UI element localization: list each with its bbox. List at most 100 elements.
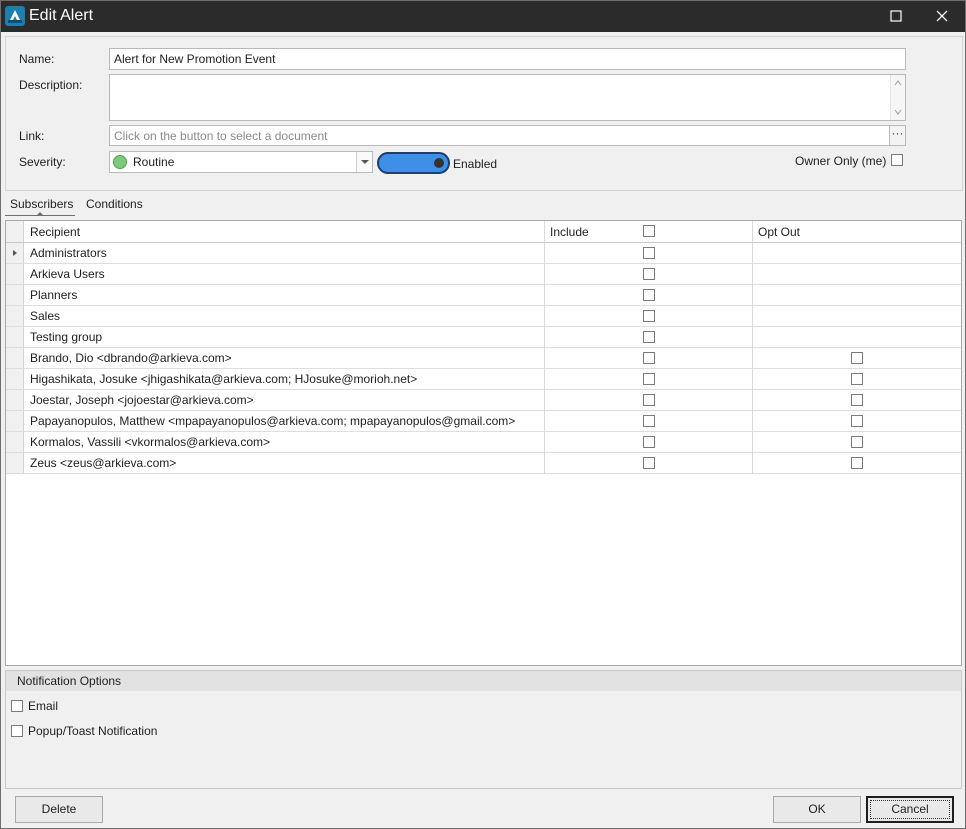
alert-properties-panel: Name: Alert for New Promotion Event Desc… xyxy=(5,36,963,191)
maximize-icon xyxy=(890,10,902,22)
include-checkbox[interactable] xyxy=(643,415,655,427)
email-checkbox[interactable] xyxy=(11,700,23,712)
recipient-cell: Arkieva Users xyxy=(30,267,105,281)
popup-toast-checkbox[interactable] xyxy=(11,725,23,737)
enabled-toggle[interactable] xyxy=(377,152,450,174)
tab-subscribers[interactable]: Subscribers xyxy=(10,197,73,211)
row-selector[interactable] xyxy=(6,348,24,368)
table-row[interactable]: Administrators xyxy=(6,243,961,264)
recipient-cell: Joestar, Joseph <jojoestar@arkieva.com> xyxy=(30,393,254,407)
table-row[interactable]: Planners xyxy=(6,285,961,306)
table-row[interactable]: Testing group xyxy=(6,327,961,348)
column-divider xyxy=(752,221,753,474)
window-title: Edit Alert xyxy=(29,7,94,24)
row-selector[interactable] xyxy=(6,285,24,305)
row-selector[interactable] xyxy=(6,327,24,347)
row-selector[interactable] xyxy=(6,432,24,452)
table-row[interactable]: Joestar, Joseph <jojoestar@arkieva.com> xyxy=(6,390,961,411)
table-row[interactable]: Higashikata, Josuke <jhigashikata@arkiev… xyxy=(6,369,961,390)
toggle-knob xyxy=(434,158,444,168)
severity-label: Severity: xyxy=(19,155,66,169)
app-logo-icon xyxy=(5,6,25,26)
scroll-up-icon[interactable] xyxy=(894,79,902,87)
dialog-footer: Delete OK Cancel xyxy=(1,791,965,828)
row-selector[interactable] xyxy=(6,390,24,410)
subscribers-grid: Recipient Include Opt Out Administrators… xyxy=(5,220,962,666)
grid-header: Recipient Include Opt Out xyxy=(6,221,961,243)
table-row[interactable]: Arkieva Users xyxy=(6,264,961,285)
include-all-checkbox[interactable] xyxy=(643,225,655,237)
active-tab-notch xyxy=(36,212,44,216)
column-header-recipient[interactable]: Recipient xyxy=(30,225,80,239)
close-icon xyxy=(936,10,948,22)
table-row[interactable]: Papayanopulos, Matthew <mpapayanopulos@a… xyxy=(6,411,961,432)
delete-button[interactable]: Delete xyxy=(15,796,103,823)
severity-select[interactable]: Routine xyxy=(109,151,373,173)
tab-conditions[interactable]: Conditions xyxy=(86,197,143,211)
include-checkbox[interactable] xyxy=(643,373,655,385)
scroll-down-icon[interactable] xyxy=(894,108,902,116)
table-row[interactable]: Sales xyxy=(6,306,961,327)
table-row[interactable]: Brando, Dio <dbrando@arkieva.com> xyxy=(6,348,961,369)
recipient-cell: Planners xyxy=(30,288,78,302)
row-selector[interactable] xyxy=(6,243,24,263)
include-checkbox[interactable] xyxy=(643,352,655,364)
opt-out-checkbox[interactable] xyxy=(851,373,863,385)
ok-button[interactable]: OK xyxy=(773,796,861,823)
row-selector[interactable] xyxy=(6,453,24,473)
maximize-button[interactable] xyxy=(873,1,919,32)
include-checkbox[interactable] xyxy=(643,394,655,406)
notification-options-panel: Notification Options Email Popup/Toast N… xyxy=(5,670,962,789)
severity-value: Routine xyxy=(133,155,175,169)
include-checkbox[interactable] xyxy=(643,310,655,322)
recipient-cell: Kormalos, Vassili <vkormalos@arkieva.com… xyxy=(30,435,271,449)
column-header-opt-out[interactable]: Opt Out xyxy=(758,225,800,239)
description-scrollbar[interactable] xyxy=(890,75,905,120)
column-header-include[interactable]: Include xyxy=(550,225,589,239)
include-checkbox[interactable] xyxy=(643,331,655,343)
table-row[interactable]: Zeus <zeus@arkieva.com> xyxy=(6,453,961,474)
table-row[interactable]: Kormalos, Vassili <vkormalos@arkieva.com… xyxy=(6,432,961,453)
row-selector[interactable] xyxy=(6,264,24,284)
chevron-down-icon[interactable] xyxy=(356,152,372,172)
include-checkbox[interactable] xyxy=(643,289,655,301)
current-row-arrow-icon xyxy=(13,250,17,256)
include-checkbox[interactable] xyxy=(643,436,655,448)
recipient-cell: Sales xyxy=(30,309,61,323)
row-selector[interactable] xyxy=(6,411,24,431)
email-label[interactable]: Email xyxy=(28,699,58,713)
name-label: Name: xyxy=(19,52,55,66)
enabled-label: Enabled xyxy=(453,157,498,171)
description-input[interactable] xyxy=(109,74,906,121)
row-selector[interactable] xyxy=(6,369,24,389)
name-input[interactable]: Alert for New Promotion Event xyxy=(109,48,906,70)
edit-alert-dialog: Edit Alert Name: Alert for New Promotion… xyxy=(0,0,966,829)
link-input[interactable]: Click on the button to select a document xyxy=(109,125,890,146)
opt-out-checkbox[interactable] xyxy=(851,436,863,448)
owner-only-checkbox[interactable] xyxy=(891,154,903,166)
cancel-button[interactable]: Cancel xyxy=(866,796,954,823)
include-checkbox[interactable] xyxy=(643,457,655,469)
close-button[interactable] xyxy=(919,1,965,32)
opt-out-checkbox[interactable] xyxy=(851,457,863,469)
recipient-cell: Testing group xyxy=(30,330,103,344)
recipient-cell: Administrators xyxy=(30,246,107,260)
recipient-cell: Brando, Dio <dbrando@arkieva.com> xyxy=(30,351,232,365)
routine-severity-icon xyxy=(113,155,127,169)
title-bar: Edit Alert xyxy=(1,1,965,32)
recipient-cell: Zeus <zeus@arkieva.com> xyxy=(30,456,177,470)
popup-toast-label[interactable]: Popup/Toast Notification xyxy=(28,724,157,738)
notification-options-header: Notification Options xyxy=(6,671,961,691)
recipient-cell: Higashikata, Josuke <jhigashikata@arkiev… xyxy=(30,372,418,386)
recipient-cell: Papayanopulos, Matthew <mpapayanopulos@a… xyxy=(30,414,516,428)
row-selector[interactable] xyxy=(6,306,24,326)
row-selector-header xyxy=(6,221,24,242)
include-checkbox[interactable] xyxy=(643,247,655,259)
include-checkbox[interactable] xyxy=(643,268,655,280)
browse-document-button[interactable]: ··· xyxy=(889,125,906,146)
column-divider xyxy=(544,221,545,474)
owner-only-label: Owner Only (me) xyxy=(795,154,887,168)
opt-out-checkbox[interactable] xyxy=(851,394,863,406)
opt-out-checkbox[interactable] xyxy=(851,415,863,427)
opt-out-checkbox[interactable] xyxy=(851,352,863,364)
